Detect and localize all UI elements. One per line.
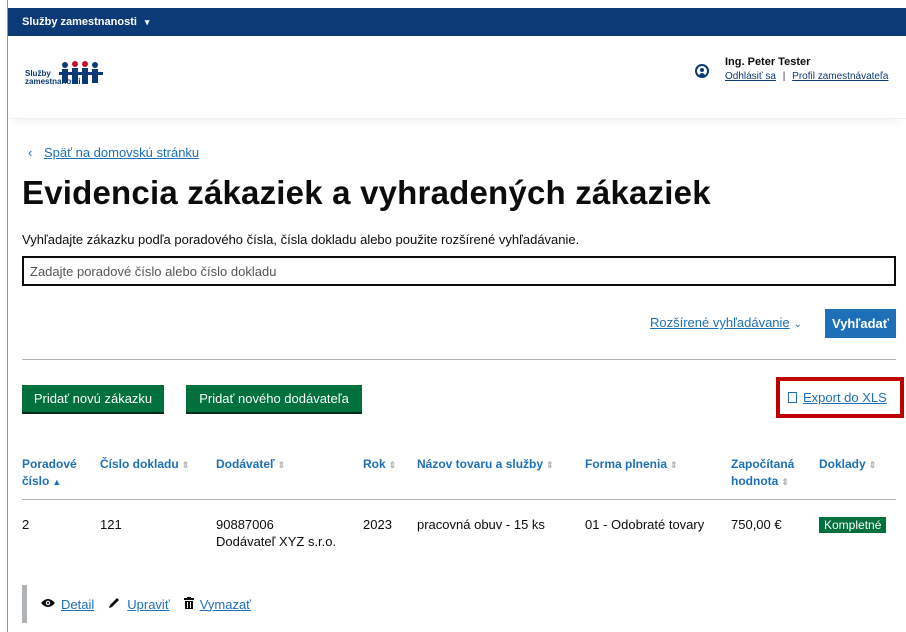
column-header-documents[interactable]: Doklady ⇕ (819, 450, 896, 500)
trash-icon (183, 596, 194, 612)
cell-counted-value: 750,00 € (731, 517, 782, 532)
row-actions: Detail Upraviť Vymazať (22, 585, 265, 623)
table-row[interactable]: 2 121 90887006 Dodávateľ XYZ s.r.o. 2023 … (22, 500, 896, 561)
add-order-button[interactable]: Pridať novú zákazku (22, 385, 164, 412)
user-links: Odhlásiť sa | Profil zamestnávateľa (725, 71, 888, 82)
delete-action[interactable]: Vymazať (183, 596, 251, 612)
table-header-row: Poradové číslo ▲ Číslo dokladu ⇕ Dodávateľ ⇕… (22, 450, 896, 500)
sort-ascending-icon[interactable]: ▲ (52, 477, 61, 487)
cell-documents: Kompletné (819, 500, 896, 561)
user-name: Ing. Peter Tester (725, 56, 811, 68)
logout-link[interactable]: Odhlásiť sa (725, 71, 776, 82)
cell-fulfillment-form: 01 - Odobraté tovary (585, 517, 705, 532)
column-header-counted-value[interactable]: Započítaná hodnota ⇕ (731, 450, 819, 500)
logo[interactable]: Služby zamestnanosti (25, 60, 105, 92)
export-xls-link[interactable]: Export do XLS (788, 390, 887, 405)
sort-icon[interactable]: ⇕ (670, 460, 678, 470)
logo-people-icon (59, 61, 103, 84)
detail-action[interactable]: Detail (41, 597, 94, 612)
back-to-home-link[interactable]: Späť na domovskú stránku (44, 145, 199, 160)
top-menu-label[interactable]: Služby zamestnanosti (22, 16, 137, 28)
page-title: Evidencia zákaziek a vyhradených zákazie… (22, 174, 711, 211)
page-description: Vyhľadajte zákazku podľa poradového čísl… (22, 232, 580, 247)
column-header-fulfillment-form[interactable]: Forma plnenia ⇕ (585, 450, 731, 500)
sort-icon[interactable]: ⇕ (278, 460, 286, 470)
cell-supplier: 90887006 Dodávateľ XYZ s.r.o. (216, 517, 337, 549)
document-icon (788, 392, 797, 403)
breadcrumb: ‹ Späť na domovskú stránku (28, 145, 199, 160)
sort-icon[interactable]: ⇕ (869, 460, 877, 470)
chevron-down-icon[interactable]: ▾ (145, 17, 150, 28)
cell-goods-name: pracovná obuv - 15 ks (417, 517, 545, 532)
cell-document-no: 121 (100, 517, 122, 532)
sort-icon[interactable]: ⇕ (546, 460, 554, 470)
column-header-year[interactable]: Rok ⇕ (363, 450, 417, 500)
sort-icon[interactable]: ⇕ (182, 460, 190, 470)
top-menu-bar[interactable]: Služby zamestnanosti ▾ (8, 8, 906, 36)
section-divider (22, 359, 896, 360)
edit-action[interactable]: Upraviť (108, 596, 170, 612)
sort-icon[interactable]: ⇕ (389, 460, 397, 470)
delete-link[interactable]: Vymazať (200, 597, 251, 612)
window-left-edge (0, 0, 8, 632)
link-separator: | (782, 71, 786, 82)
eye-icon (41, 597, 55, 611)
add-supplier-button[interactable]: Pridať nového dodávateľa (186, 385, 362, 412)
pencil-icon (108, 596, 121, 612)
column-header-document-no[interactable]: Číslo dokladu ⇕ (100, 450, 216, 500)
column-header-goods-name[interactable]: Názov tovaru a služby ⇕ (417, 450, 585, 500)
site-header: Služby zamestnanosti Ing. Peter Tester O… (9, 36, 906, 119)
chevron-down-icon[interactable]: ⌄ (794, 319, 802, 330)
employer-profile-link[interactable]: Profil zamestnávateľa (792, 71, 888, 82)
user-icon (695, 64, 709, 78)
search-button[interactable]: Vyhľadať (825, 309, 896, 338)
edit-link[interactable]: Upraviť (127, 597, 169, 612)
cell-year: 2023 (363, 517, 392, 532)
chevron-left-icon[interactable]: ‹ (28, 145, 32, 160)
column-header-order-no[interactable]: Poradové číslo ▲ (22, 450, 100, 500)
detail-link[interactable]: Detail (61, 597, 94, 612)
search-input[interactable] (22, 256, 896, 286)
status-badge: Kompletné (819, 517, 887, 533)
cell-order-no: 2 (22, 517, 30, 532)
column-header-supplier[interactable]: Dodávateľ ⇕ (216, 450, 363, 500)
orders-table: Poradové číslo ▲ Číslo dokladu ⇕ Dodávateľ ⇕… (22, 450, 896, 560)
advanced-search-link[interactable]: Rozšírené vyhľadávanie ⌄ (650, 315, 802, 330)
sort-icon[interactable]: ⇕ (781, 477, 789, 487)
